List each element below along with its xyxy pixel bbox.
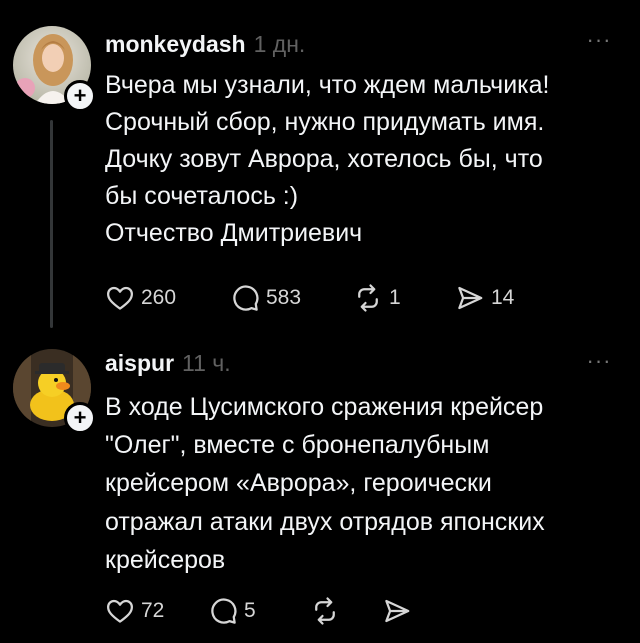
like-button[interactable]: 72 (105, 596, 208, 626)
more-options-icon[interactable]: ··· (584, 29, 614, 54)
post-body-line: Срочный сбор, нужно придумать имя. (105, 108, 545, 136)
post-body: В ходе Цусимского сражения крейсер "Олег… (105, 388, 615, 579)
post-actions: 260 583 1 14 (105, 281, 514, 315)
send-icon (385, 599, 410, 623)
post-body-line: отражал атаки двух отрядов японских (105, 507, 545, 536)
post-body-line: Дочку зовут Аврора, хотелось бы, что (105, 145, 543, 173)
like-count: 260 (141, 286, 177, 309)
comment-button[interactable]: 583 (230, 283, 353, 313)
post: + monkeydash 1 дн. ··· Вчера мы узнали, ч… (0, 0, 640, 340)
comment-button[interactable]: 5 (208, 596, 310, 626)
thread-line (50, 120, 53, 328)
repost-button[interactable] (310, 596, 382, 626)
comment-bubble-icon (233, 285, 259, 311)
post-body-line: крейсером «Аврора», героически (105, 469, 492, 498)
username[interactable]: aispur (105, 350, 174, 376)
heart-icon (107, 599, 133, 623)
post-body-line: "Олег", вместе с бронепалубным (105, 431, 490, 460)
plus-icon: + (73, 405, 87, 430)
post-body-line: Отчество Дмитриевич (105, 219, 363, 247)
repost-button[interactable]: 1 (353, 283, 455, 313)
post-body-line: В ходе Цусимского сражения крейсер (105, 393, 544, 421)
repost-icon (315, 597, 335, 625)
more-options-icon[interactable]: ··· (584, 350, 614, 375)
post-time: 11 ч. (182, 350, 231, 376)
comment-bubble-icon (211, 598, 237, 624)
share-button[interactable] (382, 596, 418, 626)
comment-count: 5 (244, 599, 256, 622)
repost-icon (358, 284, 378, 312)
repost-count: 1 (389, 286, 401, 309)
post-body-line: Вчера мы узнали, что ждем мальчика! (105, 71, 550, 99)
username[interactable]: monkeydash (105, 31, 246, 57)
post-time: 1 дн. (253, 31, 306, 57)
heart-icon (107, 286, 133, 310)
follow-button[interactable]: + (64, 402, 96, 434)
plus-icon: + (73, 83, 87, 108)
post-body-line: бы сочеталось :) (105, 182, 299, 210)
post: + aispur 11 ч. ··· В ходе Цусимского сраж… (0, 340, 640, 643)
like-button[interactable]: 260 (105, 283, 230, 313)
comment-count: 583 (266, 286, 302, 309)
share-count: 14 (491, 286, 515, 309)
follow-button[interactable]: + (64, 80, 96, 112)
send-icon (458, 286, 483, 310)
post-header: aispur 11 ч. (105, 348, 231, 378)
post-actions: 72 5 (105, 594, 418, 628)
share-button[interactable]: 14 (455, 283, 514, 313)
post-body-line: крейсеров (105, 545, 226, 574)
post-header: monkeydash 1 дн. (105, 29, 305, 59)
post-body: Вчера мы узнали, что ждем мальчика! Сроч… (105, 67, 615, 252)
like-count: 72 (141, 599, 165, 622)
